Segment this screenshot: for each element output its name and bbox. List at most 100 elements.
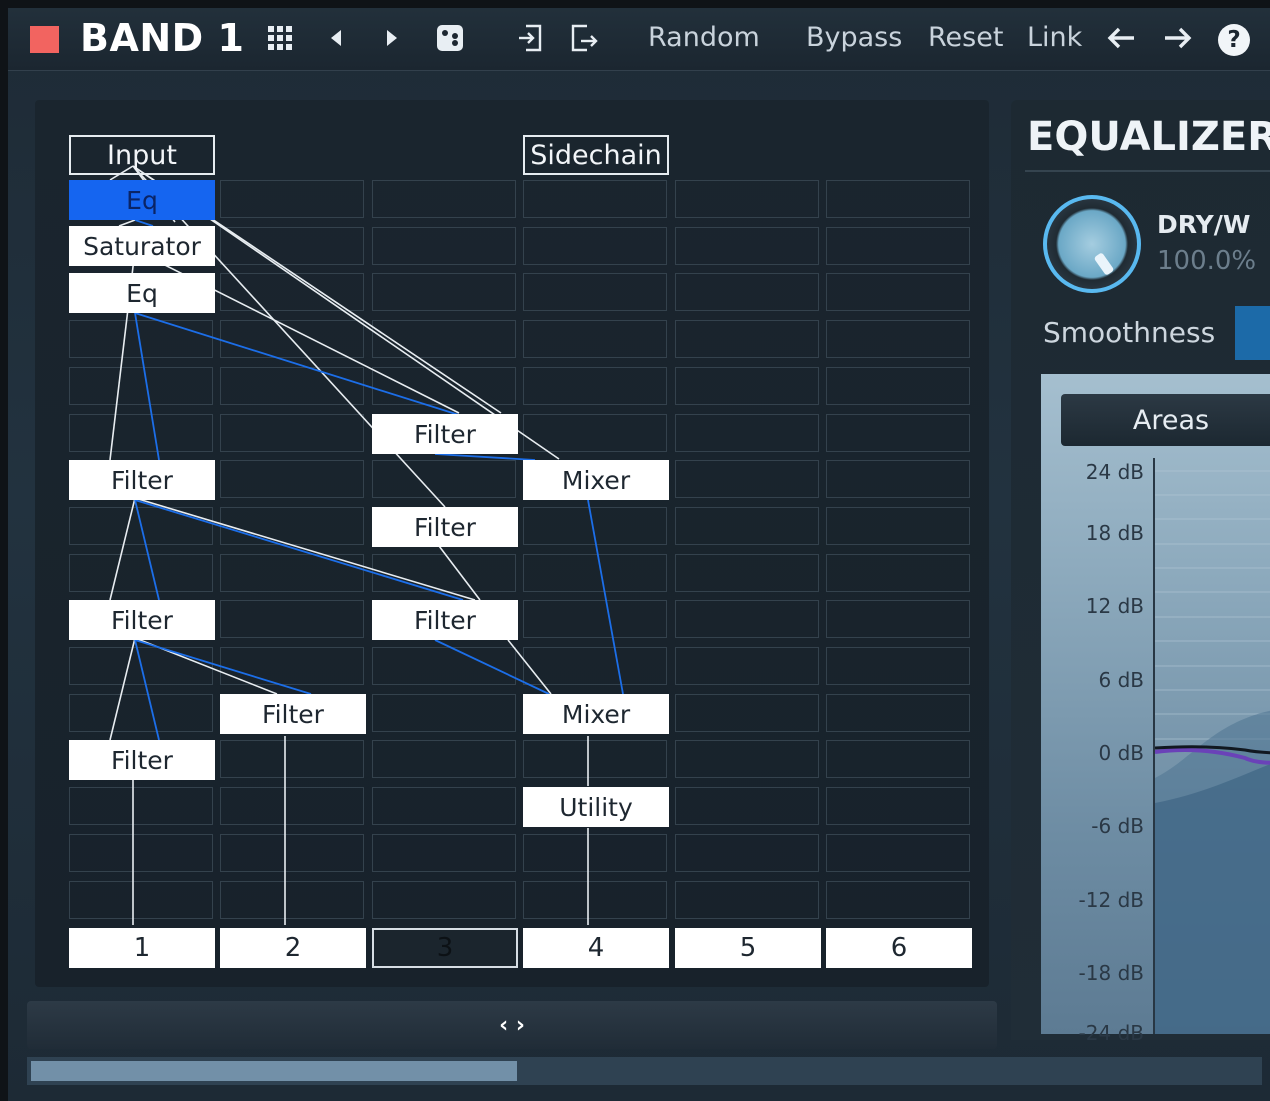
grid-slot[interactable] [826, 740, 970, 779]
grid-slot[interactable] [220, 600, 364, 639]
filter-node[interactable]: Filter [69, 740, 215, 780]
grid-slot[interactable] [826, 647, 970, 685]
grid-slot[interactable] [826, 366, 970, 405]
grid-slot[interactable] [826, 460, 970, 499]
grid-slot[interactable] [523, 833, 667, 872]
grid-slot[interactable] [523, 413, 667, 452]
dice-icon[interactable] [434, 22, 466, 54]
help-button[interactable]: ? [1218, 24, 1250, 56]
grid-slot[interactable] [523, 180, 667, 218]
eq-node[interactable]: Eq [69, 273, 215, 313]
saturator-node[interactable]: Saturator [69, 226, 215, 266]
grid-slot[interactable] [826, 226, 970, 265]
horizontal-scrollbar[interactable] [27, 1057, 1262, 1085]
grid-slot[interactable] [69, 647, 213, 685]
grid-slot[interactable] [675, 180, 819, 218]
grid-slot[interactable] [826, 787, 970, 826]
grid-slot[interactable] [69, 413, 213, 452]
grid-slot[interactable] [826, 413, 970, 452]
grid-slot[interactable] [220, 506, 364, 545]
grid-slot[interactable] [220, 833, 364, 872]
grid-slot[interactable] [372, 366, 516, 405]
output-node-2[interactable]: 2 [220, 928, 366, 968]
grid-slot[interactable] [826, 693, 970, 732]
import-icon[interactable] [514, 22, 546, 54]
grid-slot[interactable] [826, 833, 970, 872]
grid-slot[interactable] [523, 366, 667, 405]
grid-slot[interactable] [372, 833, 516, 872]
areas-button[interactable]: Areas [1061, 394, 1270, 446]
grid-slot[interactable] [675, 226, 819, 265]
grid-slot[interactable] [675, 320, 819, 359]
grid-slot[interactable] [675, 600, 819, 639]
grid-slot[interactable] [372, 647, 516, 685]
grid-slot[interactable] [523, 553, 667, 592]
output-node-5[interactable]: 5 [675, 928, 821, 968]
grid-icon[interactable] [264, 22, 296, 54]
next-triangle-icon[interactable] [376, 22, 408, 54]
eq-response-chart[interactable]: Areas 24 dB 18 dB 12 dB 6 dB 0 dB -6 dB … [1041, 374, 1270, 1040]
grid-slot[interactable] [523, 506, 667, 545]
grid-slot[interactable] [826, 320, 970, 359]
filter-node[interactable]: Filter [69, 460, 215, 500]
grid-slot[interactable] [220, 460, 364, 499]
grid-slot[interactable] [675, 787, 819, 826]
grid-slot[interactable] [675, 366, 819, 405]
grid-slot[interactable] [220, 647, 364, 685]
grid-slot[interactable] [372, 740, 516, 779]
previous-triangle-icon[interactable] [320, 22, 352, 54]
grid-slot[interactable] [69, 506, 213, 545]
output-node-4[interactable]: 4 [523, 928, 669, 968]
grid-slot[interactable] [826, 600, 970, 639]
grid-slot[interactable] [372, 320, 516, 359]
grid-slot[interactable] [826, 506, 970, 545]
grid-slot[interactable] [675, 740, 819, 779]
grid-slot[interactable] [220, 880, 364, 919]
grid-slot[interactable] [826, 273, 970, 312]
grid-slot[interactable] [69, 366, 213, 405]
output-node-1[interactable]: 1 [69, 928, 215, 968]
utility-node[interactable]: Utility [523, 787, 669, 827]
grid-slot[interactable] [220, 553, 364, 592]
grid-slot[interactable] [675, 693, 819, 732]
link-button[interactable]: Link [1027, 22, 1082, 53]
grid-slot[interactable] [675, 553, 819, 592]
bypass-button[interactable]: Bypass [806, 22, 902, 53]
grid-slot[interactable] [69, 787, 213, 826]
filter-node[interactable]: Filter [372, 600, 518, 640]
grid-slot[interactable] [523, 740, 667, 779]
grid-slot[interactable] [675, 460, 819, 499]
grid-slot[interactable] [372, 226, 516, 265]
random-button[interactable]: Random [648, 22, 760, 53]
dry-wet-knob[interactable] [1043, 195, 1141, 293]
grid-slot[interactable] [675, 647, 819, 685]
grid-slot[interactable] [220, 413, 364, 452]
undo-arrow-icon[interactable] [1105, 22, 1137, 54]
grid-slot[interactable] [220, 273, 364, 312]
output-node-6[interactable]: 6 [826, 928, 972, 968]
filter-node[interactable]: Filter [372, 414, 518, 454]
grid-slot[interactable] [372, 553, 516, 592]
grid-slot[interactable] [675, 880, 819, 919]
eq-node-selected[interactable]: Eq [69, 180, 215, 220]
grid-slot[interactable] [826, 880, 970, 919]
filter-node[interactable]: Filter [372, 507, 518, 547]
grid-slot[interactable] [220, 180, 364, 218]
grid-slot[interactable] [372, 693, 516, 732]
grid-slot[interactable] [675, 833, 819, 872]
mixer-node[interactable]: Mixer [523, 694, 669, 734]
grid-slot[interactable] [523, 600, 667, 639]
scrollbar-thumb[interactable] [31, 1061, 517, 1081]
redo-arrow-icon[interactable] [1162, 22, 1194, 54]
grid-slot[interactable] [220, 740, 364, 779]
input-node[interactable]: Input [69, 135, 215, 175]
grid-slot[interactable] [69, 880, 213, 919]
filter-node[interactable]: Filter [220, 694, 366, 734]
grid-slot[interactable] [372, 880, 516, 919]
grid-slot[interactable] [69, 693, 213, 732]
grid-slot[interactable] [220, 226, 364, 265]
grid-slot[interactable] [675, 413, 819, 452]
grid-slot[interactable] [69, 833, 213, 872]
grid-slot[interactable] [69, 553, 213, 592]
grid-slot[interactable] [523, 320, 667, 359]
